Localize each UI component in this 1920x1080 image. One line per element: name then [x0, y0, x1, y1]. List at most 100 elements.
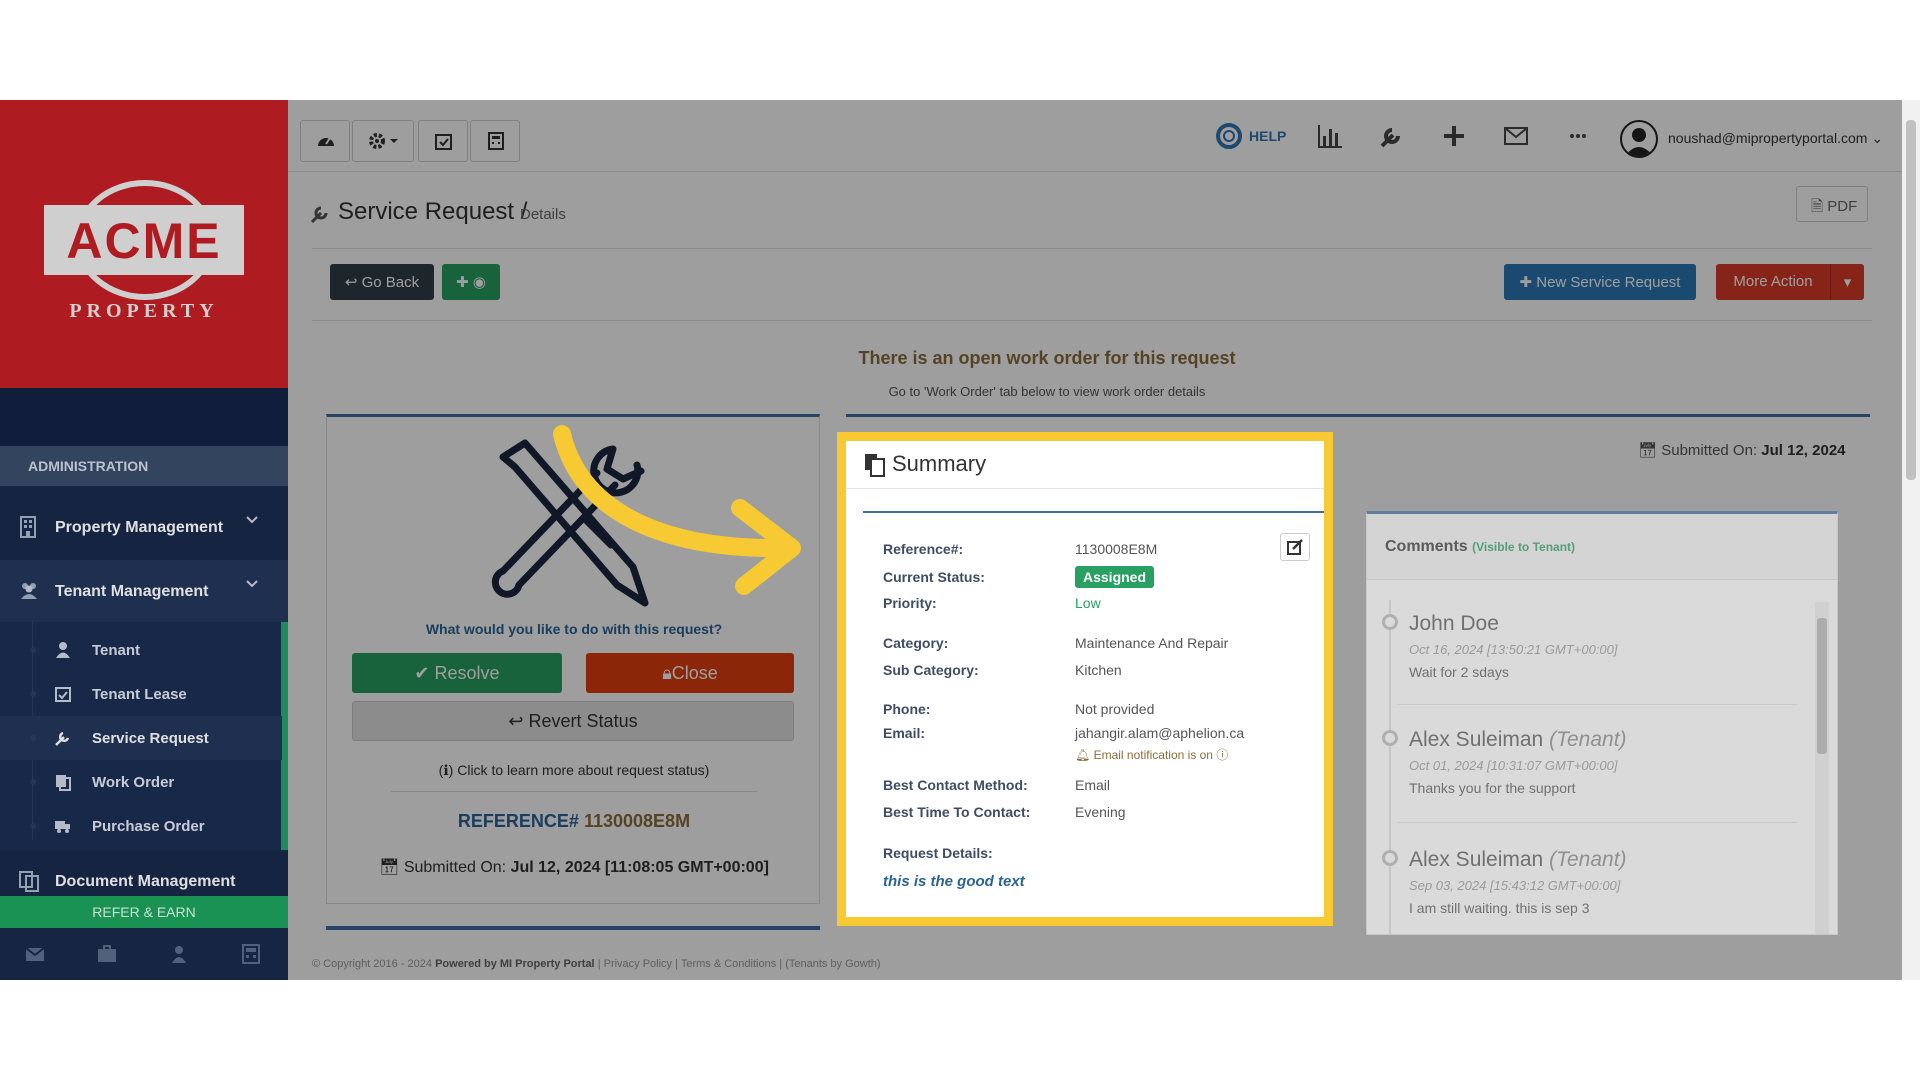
- reference-label: Reference#:: [883, 541, 964, 557]
- contact-time-label: Best Time To Contact:: [883, 804, 1031, 820]
- wrench-icon: [310, 206, 328, 224]
- edit-button[interactable]: [1280, 533, 1310, 561]
- sidebar-subitem-service-request[interactable]: Service Request: [0, 716, 282, 760]
- close-button[interactable]: 🔒︎Close: [586, 653, 794, 693]
- timeline-dot: [1382, 614, 1398, 630]
- mail-icon[interactable]: [24, 943, 46, 965]
- info-icon[interactable]: ⓘ: [1216, 748, 1228, 762]
- request-details-label: Request Details:: [883, 845, 993, 861]
- user-icon: [56, 642, 70, 658]
- copy-icon: [865, 454, 885, 477]
- more-options-icon[interactable]: [1564, 122, 1592, 150]
- email-value[interactable]: jahangir.alam@aphelion.ca: [1075, 725, 1244, 741]
- copyright: © Copyright 2016 - 2024: [312, 958, 433, 970]
- status-badge: Assigned: [1075, 566, 1155, 588]
- wrench-icon[interactable]: [1378, 122, 1406, 150]
- email-note-text: Email notification is on: [1093, 748, 1213, 762]
- add-watcher-button[interactable]: ✚ ◉: [442, 264, 500, 300]
- revert-label: Revert Status: [528, 711, 638, 731]
- sidebar-subitem-label: Tenant: [92, 642, 141, 659]
- settings-dropdown-button[interactable]: [352, 120, 414, 162]
- bar-chart-icon[interactable]: [1316, 122, 1344, 150]
- divider: [1397, 822, 1797, 823]
- summary-title: Summary: [892, 451, 987, 476]
- sidebar-item-label: Document Management: [55, 873, 236, 890]
- user-email-dropdown[interactable]: noushad@mipropertyportal.com ⌄: [1668, 130, 1883, 147]
- more-action-button[interactable]: More Action: [1716, 264, 1830, 300]
- reference-number: REFERENCE# 1130008E8M: [327, 811, 821, 832]
- sidebar-subitem-purchase-order[interactable]: Purchase Order: [0, 804, 282, 848]
- sidebar-subitem-label: Tenant Lease: [92, 686, 187, 703]
- new-service-request-button[interactable]: ✚ New Service Request: [1504, 264, 1696, 300]
- more-action-dropdown[interactable]: ▾: [1830, 264, 1864, 300]
- comment-author: John Doe: [1409, 612, 1499, 636]
- lifebuoy-icon: [1216, 123, 1242, 149]
- pdf-button[interactable]: 🗎 PDF: [1796, 186, 1868, 222]
- sidebar-item-label: Property Management: [55, 519, 224, 536]
- page-title-text: Service Request: [338, 198, 515, 225]
- calendar-button[interactable]: [418, 120, 468, 162]
- calendar-icon: 📅︎: [1638, 442, 1658, 459]
- submitted-label: Submitted On:: [1661, 442, 1758, 459]
- sidebar-spacer: [0, 388, 288, 446]
- pdf-label: PDF: [1827, 198, 1858, 215]
- sidebar-subitem-work-order[interactable]: Work Order: [0, 760, 282, 804]
- close-label: Close: [671, 663, 718, 683]
- calculator-icon: [488, 132, 504, 150]
- wrench-icon: [55, 731, 70, 746]
- resolve-button[interactable]: ✔ Resolve: [352, 653, 562, 693]
- next-card-edge: [326, 926, 820, 930]
- footer-tenants: (Tenants by Gowth): [785, 958, 881, 970]
- comment-author-role: (Tenant): [1549, 848, 1627, 871]
- comments-panel: Comments (Visible to Tenant) John Doe Oc…: [1366, 511, 1838, 935]
- help-button[interactable]: HELP: [1215, 122, 1286, 150]
- page-scroll-thumb[interactable]: [1906, 120, 1916, 480]
- phone-label: Phone:: [883, 701, 931, 717]
- person-icon[interactable]: [168, 943, 190, 965]
- lock-icon: 🔒︎: [662, 663, 672, 683]
- revert-status-button[interactable]: ↩ Revert Status: [352, 701, 794, 741]
- sidebar-item-property-management[interactable]: Property Management: [0, 496, 288, 558]
- sidebar-subitem-tenant[interactable]: Tenant: [0, 628, 282, 672]
- status-label: Current Status:: [883, 569, 985, 585]
- sidebar-subitem-tenant-lease[interactable]: Tenant Lease: [0, 672, 282, 716]
- chevron-down-icon: [246, 516, 258, 524]
- envelope-icon[interactable]: [1502, 122, 1530, 150]
- reference-label: REFERENCE#: [457, 811, 579, 831]
- logo-area[interactable]: ACME PROPERTY: [0, 100, 288, 388]
- divider: [1397, 704, 1797, 705]
- dashboard-button[interactable]: [300, 120, 350, 162]
- sidebar-item-tenant-management[interactable]: Tenant Management: [0, 560, 288, 622]
- resolve-label: Resolve: [434, 663, 500, 683]
- building-icon: [20, 516, 36, 538]
- comment-author: Alex Suleiman (Tenant): [1409, 728, 1627, 752]
- plus-eye-icon: ✚ ◉: [456, 274, 486, 291]
- go-back-button[interactable]: ↩ Go Back: [330, 264, 434, 300]
- comments-scroll-thumb[interactable]: [1817, 618, 1827, 754]
- page-scrollbar[interactable]: [1902, 100, 1920, 980]
- phone-value: Not provided: [1075, 701, 1155, 717]
- avatar[interactable]: [1620, 120, 1658, 158]
- footer-links[interactable]: | Privacy Policy | Terms & Conditions |: [598, 958, 782, 970]
- request-actions-card: What would you like to do with this requ…: [326, 414, 820, 904]
- contact-time-value: Evening: [1075, 804, 1126, 820]
- top-toolbar: HELP noushad@mipropertyportal.com ⌄: [288, 100, 1902, 172]
- refer-earn-button[interactable]: REFER & EARN: [0, 896, 288, 928]
- subcategory-value: Kitchen: [1075, 662, 1122, 678]
- comment-text: Wait for 2 sdays: [1409, 664, 1509, 680]
- contact-method-label: Best Contact Method:: [883, 777, 1028, 793]
- dashboard-icon: [318, 137, 334, 146]
- calendar-check-icon: [55, 687, 71, 702]
- tree-dot: [30, 691, 36, 697]
- calculator-icon[interactable]: [240, 943, 262, 965]
- briefcase-icon[interactable]: [96, 943, 118, 965]
- plus-icon[interactable]: [1440, 122, 1468, 150]
- powered-by-link[interactable]: Powered by MI Property Portal: [435, 958, 595, 970]
- calculator-button[interactable]: [470, 120, 520, 162]
- comment-date: Oct 01, 2024 [10:31:07 GMT+00:00]: [1409, 758, 1618, 773]
- learn-status-link[interactable]: (ℹ) Click to learn more about request st…: [327, 762, 821, 779]
- open-work-order-hint: Go to 'Work Order' tab below to view wor…: [888, 384, 1206, 399]
- reply-icon: ↩: [508, 711, 524, 731]
- open-work-order-notice: There is an open work order for this req…: [858, 348, 1236, 368]
- go-back-label: Go Back: [361, 274, 420, 291]
